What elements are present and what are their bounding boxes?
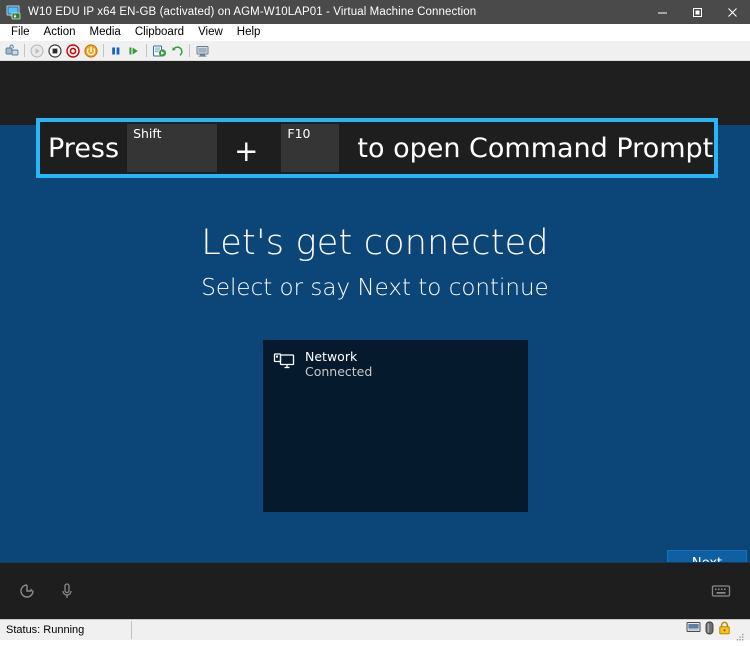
menu-item-media[interactable]: Media bbox=[83, 25, 128, 41]
status-bar: Status: Running bbox=[0, 619, 750, 640]
ctrl-alt-delete-icon[interactable] bbox=[3, 42, 21, 59]
enhanced-session-icon[interactable] bbox=[193, 42, 211, 59]
reset-icon[interactable] bbox=[125, 42, 143, 59]
network-computer-icon bbox=[273, 351, 295, 373]
lock-icon[interactable] bbox=[718, 621, 731, 640]
window-title: W10 EDU IP x64 EN-GB (activated) on AGM-… bbox=[28, 6, 477, 18]
display-status-icon[interactable] bbox=[686, 621, 701, 639]
toolbar bbox=[0, 41, 750, 61]
save-state-icon[interactable] bbox=[82, 42, 100, 59]
toolbar-separator bbox=[146, 44, 147, 57]
list-item[interactable]: Network Connected bbox=[263, 340, 528, 379]
resize-grip[interactable] bbox=[735, 629, 745, 640]
page-subtitle: Select or say Next to continue bbox=[201, 275, 549, 301]
network-name: Network bbox=[305, 349, 358, 364]
status-text: Status: Running bbox=[0, 621, 132, 639]
minimize-icon[interactable] bbox=[645, 0, 680, 24]
ease-of-access-icon[interactable] bbox=[14, 578, 40, 604]
status-bar-icons bbox=[686, 621, 750, 640]
virtual-machine-icon bbox=[6, 4, 22, 20]
menu-item-view[interactable]: View bbox=[191, 25, 230, 41]
network-texts: Network Connected bbox=[305, 349, 372, 379]
microphone-icon[interactable] bbox=[54, 578, 80, 604]
shut-down-icon[interactable] bbox=[64, 42, 82, 59]
close-icon[interactable] bbox=[715, 0, 750, 24]
restore-icon[interactable] bbox=[680, 0, 715, 24]
menu-bar: File Action Media Clipboard View Help bbox=[0, 24, 750, 41]
title-bar[interactable]: W10 EDU IP x64 EN-GB (activated) on AGM-… bbox=[0, 0, 750, 24]
revert-icon[interactable] bbox=[168, 42, 186, 59]
key-shift: Shift bbox=[127, 124, 218, 172]
oobe-bottom-bar bbox=[0, 562, 750, 619]
turn-off-icon[interactable] bbox=[46, 42, 64, 59]
banner-prefix: Press bbox=[48, 132, 120, 164]
key-f10: F10 bbox=[281, 124, 340, 172]
menu-item-clipboard[interactable]: Clipboard bbox=[128, 25, 191, 41]
menu-item-help[interactable]: Help bbox=[230, 25, 268, 41]
vm-screen[interactable]: Press Shift + F10 to open Command Prompt… bbox=[0, 61, 750, 619]
banner-plus: + bbox=[234, 133, 259, 168]
toolbar-separator bbox=[103, 44, 104, 57]
checkpoint-icon[interactable] bbox=[150, 42, 168, 59]
virtual-machine-connection-window: W10 EDU IP x64 EN-GB (activated) on AGM-… bbox=[0, 0, 750, 640]
vm-top-band bbox=[0, 61, 750, 125]
shift-f10-banner: Press Shift + F10 to open Command Prompt bbox=[36, 118, 718, 178]
toolbar-separator bbox=[24, 44, 25, 57]
banner-suffix: to open Command Prompt bbox=[357, 132, 714, 164]
network-list[interactable]: Network Connected bbox=[263, 340, 528, 512]
menu-item-action[interactable]: Action bbox=[37, 25, 83, 41]
window-controls bbox=[645, 0, 750, 24]
pause-icon[interactable] bbox=[107, 42, 125, 59]
page-title: Let's get connected bbox=[201, 223, 549, 263]
on-screen-keyboard-icon[interactable] bbox=[708, 578, 734, 604]
menu-item-file[interactable]: File bbox=[4, 25, 37, 41]
network-status: Connected bbox=[305, 364, 373, 379]
key-shift-label: Shift bbox=[133, 126, 162, 141]
toolbar-separator bbox=[189, 44, 190, 57]
key-f10-label: F10 bbox=[287, 126, 311, 141]
start-icon[interactable] bbox=[28, 42, 46, 59]
usb-device-icon[interactable] bbox=[705, 621, 714, 640]
